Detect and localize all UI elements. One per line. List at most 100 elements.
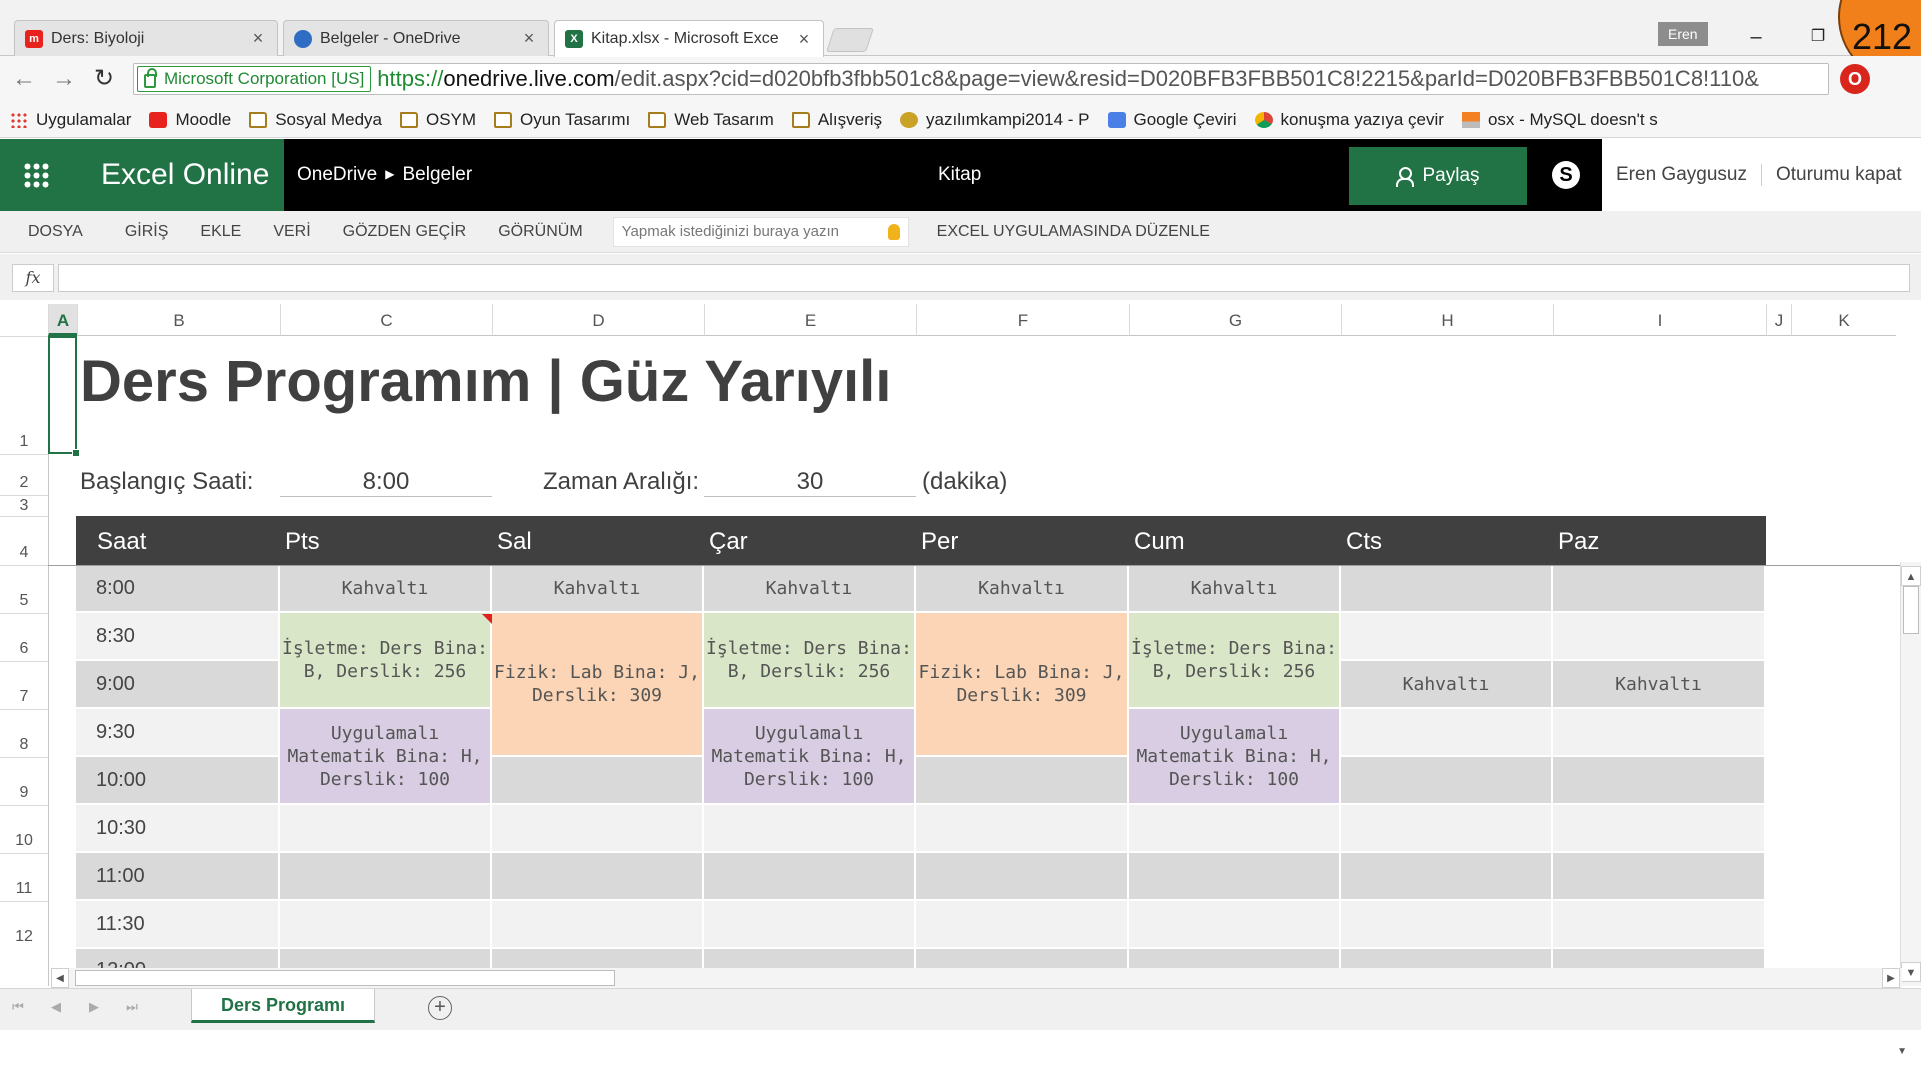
bookmark-folder-sosyal-medya[interactable]: Sosyal Medya: [249, 110, 382, 130]
event-kahvalti[interactable]: Kahvaltı: [280, 565, 492, 613]
close-tab-icon[interactable]: ×: [795, 29, 813, 50]
empty-cell[interactable]: [1553, 709, 1766, 757]
time-cell[interactable]: 10:00: [76, 757, 280, 805]
first-sheet-icon[interactable]: ⏮: [8, 999, 28, 1015]
column-header-f[interactable]: F: [916, 304, 1129, 336]
security-indicator[interactable]: Microsoft Corporation [US]: [137, 66, 372, 92]
row-header-2[interactable]: 2: [0, 454, 48, 495]
close-tab-icon[interactable]: ×: [249, 28, 267, 49]
extension-icon[interactable]: O: [1840, 64, 1870, 94]
header-paz[interactable]: Paz: [1558, 516, 1599, 565]
column-header-j[interactable]: J: [1766, 304, 1791, 336]
app-name[interactable]: Excel Online: [71, 139, 284, 211]
empty-row[interactable]: [280, 901, 1766, 949]
tab-gozden-gecir[interactable]: GÖZDEN GEÇİR: [343, 223, 467, 241]
start-time-value[interactable]: 8:00: [280, 468, 492, 497]
header-cts[interactable]: Cts: [1346, 516, 1382, 565]
new-tab-button[interactable]: [826, 28, 874, 52]
bookmark-konusma[interactable]: konuşma yazıya çevir: [1254, 110, 1444, 130]
column-header-c[interactable]: C: [280, 304, 492, 336]
row-header-6[interactable]: 6: [0, 613, 48, 661]
bookmark-folder-oyun-tasarimi[interactable]: Oyun Tasarımı: [494, 110, 630, 130]
time-cell[interactable]: 10:30: [76, 805, 280, 853]
empty-cell[interactable]: [1341, 565, 1553, 613]
scroll-right-icon[interactable]: ▶: [1882, 968, 1900, 988]
row-header-10[interactable]: 10: [0, 805, 48, 853]
empty-cell[interactable]: [1341, 613, 1553, 661]
browser-tab-moodle[interactable]: m Ders: Biyoloji ×: [14, 20, 278, 56]
interval-value[interactable]: 30: [704, 468, 916, 497]
scroll-up-icon[interactable]: ▲: [1901, 566, 1921, 586]
close-tab-icon[interactable]: ×: [520, 28, 538, 49]
empty-cell[interactable]: [1553, 565, 1766, 613]
bookmark-moodle[interactable]: Moodle: [149, 110, 231, 130]
sign-out-link[interactable]: Oturumu kapat: [1762, 164, 1902, 186]
add-sheet-icon[interactable]: +: [428, 996, 452, 1020]
last-sheet-icon[interactable]: ⏭: [122, 999, 142, 1015]
row-header-1[interactable]: 1: [0, 336, 48, 454]
empty-cell[interactable]: [492, 757, 704, 805]
profile-button[interactable]: Eren: [1658, 22, 1708, 46]
edit-in-excel-button[interactable]: EXCEL UYGULAMASINDA DÜZENLE: [937, 223, 1210, 241]
breadcrumb-belgeler[interactable]: Belgeler: [402, 164, 472, 185]
minimize-icon[interactable]: –: [1738, 22, 1774, 52]
column-header-a[interactable]: A: [48, 304, 77, 336]
empty-row[interactable]: [280, 853, 1766, 901]
header-pts[interactable]: Pts: [285, 516, 320, 565]
row-header-12[interactable]: 12: [0, 901, 48, 949]
tab-giris[interactable]: GİRİŞ: [125, 223, 169, 241]
browser-tab-excel[interactable]: X Kitap.xlsx - Microsoft Exce ×: [554, 20, 824, 57]
bookmark-yazilimkampi[interactable]: yazılımkampi2014 - P: [900, 110, 1090, 130]
column-header-g[interactable]: G: [1129, 304, 1341, 336]
header-cum[interactable]: Cum: [1134, 516, 1185, 565]
column-header-h[interactable]: H: [1341, 304, 1553, 336]
row-header-4[interactable]: 4: [0, 516, 48, 565]
bookmark-apps[interactable]: Uygulamalar: [10, 110, 131, 130]
bookmark-folder-osym[interactable]: OSYM: [399, 110, 476, 130]
time-cell[interactable]: 9:00: [76, 661, 280, 709]
row-header-3[interactable]: 3: [0, 495, 48, 516]
row-header-9[interactable]: 9: [0, 757, 48, 805]
event-kahvalti[interactable]: Kahvaltı: [1553, 661, 1766, 709]
event-fizik[interactable]: Fizik: Lab Bina: J, Derslik: 309: [916, 613, 1129, 757]
tab-dosya[interactable]: DOSYA: [28, 223, 83, 241]
empty-row[interactable]: [280, 805, 1766, 853]
bookmark-stackoverflow[interactable]: osx - MySQL doesn't s: [1461, 110, 1658, 130]
browser-tab-onedrive[interactable]: Belgeler - OneDrive ×: [283, 20, 549, 56]
event-matematik[interactable]: Uygulamalı Matematik Bina: H, Derslik: 1…: [704, 709, 916, 805]
empty-cell[interactable]: [916, 757, 1129, 805]
url-bar[interactable]: Microsoft Corporation [US] https://onedr…: [133, 63, 1829, 95]
event-isletme[interactable]: İşletme: Ders Bina: B, Derslik: 256: [704, 613, 916, 709]
sheet-tab-ders-programi[interactable]: Ders Programı: [191, 989, 375, 1023]
header-per[interactable]: Per: [921, 516, 958, 565]
header-saat[interactable]: Saat: [97, 516, 146, 565]
event-matematik[interactable]: Uygulamalı Matematik Bina: H, Derslik: 1…: [280, 709, 492, 805]
event-kahvalti[interactable]: Kahvaltı: [1129, 565, 1341, 613]
document-title[interactable]: Kitap: [938, 139, 981, 211]
vertical-scroll-thumb[interactable]: [1903, 586, 1919, 634]
prev-sheet-icon[interactable]: ◀: [46, 999, 66, 1015]
row-header-8[interactable]: 8: [0, 709, 48, 757]
column-header-d[interactable]: D: [492, 304, 704, 336]
time-cell[interactable]: 8:30: [76, 613, 280, 661]
horizontal-scroll-thumb[interactable]: [75, 970, 615, 986]
formula-input[interactable]: [58, 264, 1910, 292]
back-icon[interactable]: ←: [8, 64, 40, 94]
empty-cell[interactable]: [1553, 613, 1766, 661]
vertical-scrollbar[interactable]: ▲ ▼: [1900, 562, 1921, 986]
time-cell[interactable]: 9:30: [76, 709, 280, 757]
url-text[interactable]: https://onedrive.live.com/edit.aspx?cid=…: [377, 66, 1759, 92]
empty-cell[interactable]: [1341, 757, 1553, 805]
event-kahvalti[interactable]: Kahvaltı: [704, 565, 916, 613]
function-icon[interactable]: fx: [12, 264, 54, 292]
event-matematik[interactable]: Uygulamalı Matematik Bina: H, Derslik: 1…: [1129, 709, 1341, 805]
scroll-left-icon[interactable]: ◀: [51, 968, 69, 988]
row-header-11[interactable]: 11: [0, 853, 48, 901]
empty-cell[interactable]: [1341, 709, 1553, 757]
horizontal-scrollbar[interactable]: ◀ ▶: [51, 968, 1902, 988]
event-fizik[interactable]: Fizik: Lab Bina: J, Derslik: 309: [492, 613, 704, 757]
chevron-down-icon[interactable]: ▼: [1897, 1046, 1907, 1057]
event-kahvalti[interactable]: Kahvaltı: [916, 565, 1129, 613]
empty-cell[interactable]: [1553, 757, 1766, 805]
bookmark-folder-web-tasarim[interactable]: Web Tasarım: [648, 110, 774, 130]
